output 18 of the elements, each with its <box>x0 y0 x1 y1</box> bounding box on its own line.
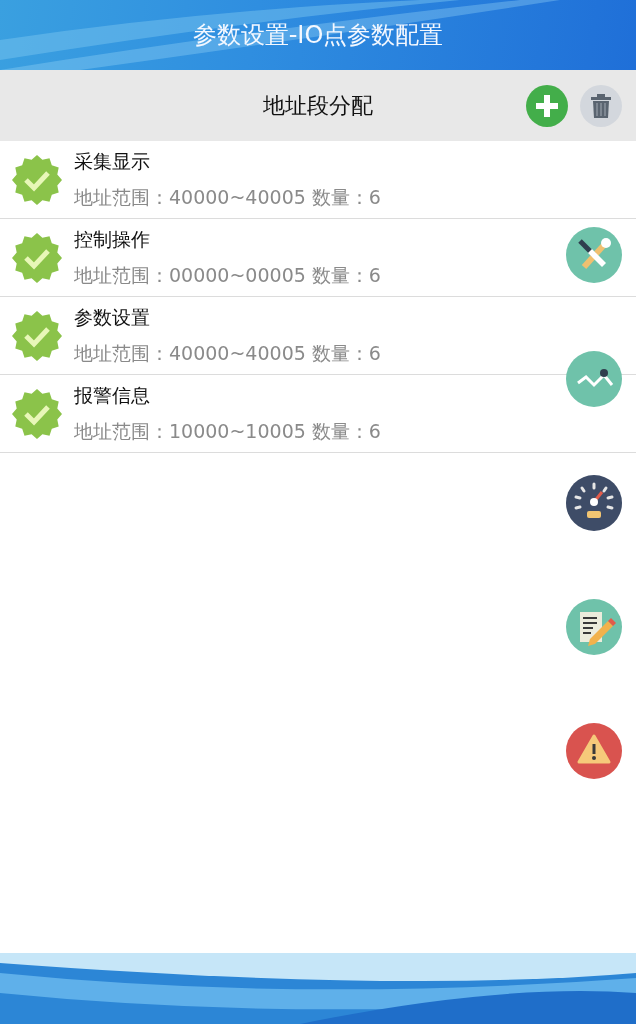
segment-name: 报警信息 <box>74 382 151 408</box>
window-title: 参数设置-IO点参数配置 <box>192 20 444 51</box>
warning-button[interactable] <box>566 723 622 779</box>
address-range: 地址范围：40000~40005 数量：6 <box>74 340 381 366</box>
address-range: 地址范围：00000~00005 数量：6 <box>74 262 381 288</box>
trash-icon <box>591 94 611 118</box>
gauge-button[interactable] <box>566 475 622 531</box>
segment-name: 参数设置 <box>74 304 151 330</box>
delete-button[interactable] <box>580 85 622 127</box>
add-button[interactable] <box>526 85 568 127</box>
address-range: 地址范围：10000~10005 数量：6 <box>74 418 381 444</box>
tools-button[interactable] <box>566 227 622 283</box>
segment-name: 采集显示 <box>74 148 151 174</box>
segment-name: 控制操作 <box>74 226 151 252</box>
address-range: 地址范围：40000~40005 数量：6 <box>74 184 381 210</box>
toolbar-title: 地址段分配 <box>263 91 373 120</box>
plus-icon <box>536 95 558 117</box>
edit-button[interactable] <box>566 599 622 655</box>
